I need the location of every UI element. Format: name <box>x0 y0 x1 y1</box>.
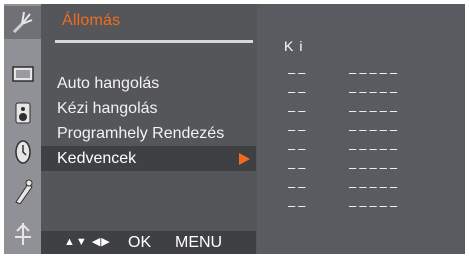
category-input[interactable] <box>8 217 37 250</box>
favorite-slot[interactable]: —— ————— <box>257 180 465 199</box>
menu-hint: MENU <box>175 234 223 251</box>
slot-name: ————— <box>349 66 401 80</box>
title-divider <box>55 40 253 43</box>
menu-item-label: Auto hangolás <box>57 75 160 92</box>
slot-program: —— <box>288 66 309 80</box>
slot-name: ————— <box>349 161 401 175</box>
menu-item-label: Programhely Rendezés <box>57 125 225 142</box>
antenna-icon <box>12 11 32 33</box>
slot-name: ————— <box>349 104 401 118</box>
slot-name: ————— <box>349 123 401 137</box>
favorites-status: Ki <box>284 38 309 54</box>
ok-hint: OK <box>128 234 152 251</box>
option-icon <box>14 179 33 204</box>
category-picture[interactable] <box>8 58 37 91</box>
slot-program: —— <box>288 104 309 118</box>
slot-program: —— <box>288 123 309 137</box>
menu-item-label: Kézi hangolás <box>57 100 158 117</box>
menu-item-manual-tuning[interactable]: Kézi hangolás <box>41 96 256 121</box>
favorite-slot[interactable]: —— ————— <box>257 104 465 123</box>
menu-item-favorites[interactable]: Kedvencek <box>41 146 256 171</box>
menu-item-label: Kedvencek <box>57 150 137 167</box>
slot-name: ————— <box>349 142 401 156</box>
favorite-slot[interactable]: —— ————— <box>257 161 465 180</box>
menu-footer: ▲▼ ◀▶ OK MENU <box>41 231 256 254</box>
favorite-slot[interactable]: —— ————— <box>257 199 465 218</box>
menu-list: Auto hangolás Kézi hangolás Programhely … <box>41 71 256 171</box>
slot-program: —— <box>288 161 309 175</box>
menu-item-program-edit[interactable]: Programhely Rendezés <box>41 121 256 146</box>
favorite-slot[interactable]: —— ————— <box>257 142 465 161</box>
favorite-slot[interactable]: —— ————— <box>257 66 465 85</box>
clock-icon <box>14 139 31 164</box>
favorite-slots: —— ————— —— ————— —— ————— —— ————— —— ————— … <box>257 66 465 218</box>
tv-osd-menu: Állomás Auto hangolás Kézi hangolás Prog… <box>4 4 465 254</box>
slot-name: ————— <box>349 85 401 99</box>
slot-program: —— <box>288 180 309 194</box>
submenu-arrow-icon <box>239 153 250 165</box>
menu-title: Állomás <box>62 12 121 29</box>
slot-name: ————— <box>349 199 401 213</box>
favorites-panel: Ki —— ————— —— ————— —— ————— —— ————— —— ———… <box>257 4 465 254</box>
category-time[interactable] <box>8 135 37 168</box>
input-icon <box>14 222 31 245</box>
station-menu: Állomás Auto hangolás Kézi hangolás Prog… <box>41 4 256 254</box>
picture-icon <box>11 65 34 82</box>
menu-item-auto-tuning[interactable]: Auto hangolás <box>41 71 256 96</box>
slot-program: —— <box>288 85 309 99</box>
slot-name: ————— <box>349 180 401 194</box>
favorite-slot[interactable]: —— ————— <box>257 85 465 104</box>
navigation-arrows-icon: ▲▼ ◀▶ <box>64 236 111 248</box>
category-sound[interactable] <box>8 96 37 129</box>
slot-program: —— <box>288 199 309 213</box>
favorite-slot[interactable]: —— ————— <box>257 123 465 142</box>
category-option[interactable] <box>8 174 37 207</box>
slot-program: —— <box>288 142 309 156</box>
category-station[interactable] <box>4 6 41 39</box>
category-rail <box>4 4 41 254</box>
sound-icon <box>15 102 30 123</box>
